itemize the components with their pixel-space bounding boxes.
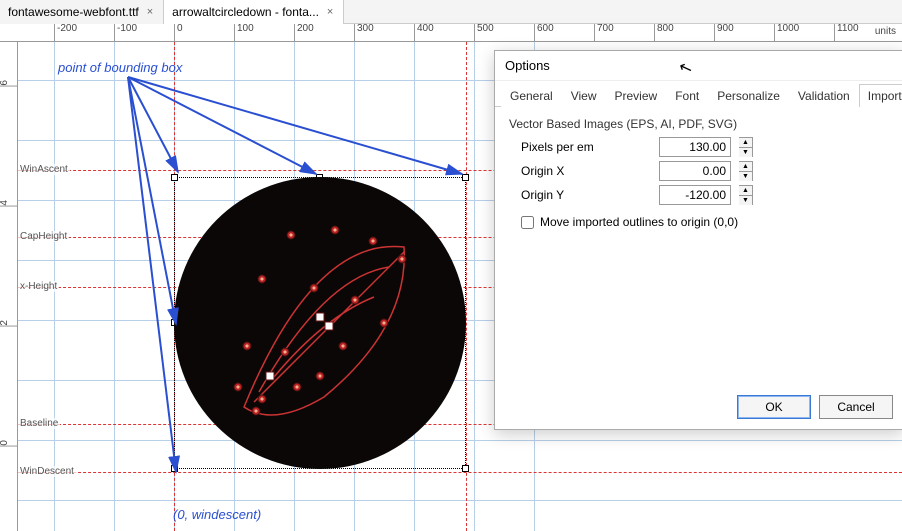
ruler-tick: 700 [594,24,614,42]
glyph-shape[interactable] [174,177,466,469]
file-tab-label: fontawesome-webfont.ttf [8,5,139,19]
group-label: Vector Based Images (EPS, AI, PDF, SVG) [509,117,889,131]
metric-label: CapHeight [18,231,69,242]
ruler-tick: 1100 [834,24,859,42]
close-icon[interactable]: × [145,6,155,18]
ruler-tick: 800 [654,24,674,42]
guide-win-descent[interactable] [18,472,902,473]
bbox-handle[interactable] [171,174,178,181]
ruler-tick: 2 [0,320,18,327]
ruler-tick: 900 [714,24,734,42]
ruler-tick: 400 [414,24,434,42]
metric-label: x-Height [18,281,59,292]
ruler-tick: 500 [474,24,494,42]
origin-x-input[interactable] [659,161,731,181]
move-to-origin-checkbox[interactable] [521,216,534,229]
ruler-tick: 600 [534,24,554,42]
ruler-units-label: units [875,26,896,37]
spinner[interactable]: ▲▼ [739,137,753,157]
options-tabs: General View Preview Font Personalize Va… [495,81,902,107]
tab-view[interactable]: View [562,84,606,107]
annotation-text: point of bounding box [58,60,182,75]
tab-preview[interactable]: Preview [606,84,667,107]
field-label: Pixels per em [521,140,651,154]
ok-button[interactable]: OK [737,395,811,419]
chevron-up-icon: ▲ [739,162,752,172]
ruler-tick: 300 [354,24,374,42]
dialog-title: Options [495,51,902,81]
file-tab-2[interactable]: arrowaltcircledown - fonta... × [164,0,344,24]
field-label: Origin Y [521,188,651,202]
chevron-down-icon: ▼ [739,196,752,205]
tab-validation[interactable]: Validation [789,84,859,107]
ruler-horizontal: -200 -100 0 100 200 300 400 500 600 700 … [0,24,902,42]
bbox-handle[interactable] [171,465,178,472]
chevron-up-icon: ▲ [739,138,752,148]
tab-font[interactable]: Font [666,84,708,107]
options-dialog: Options General View Preview Font Person… [494,50,902,430]
ruler-tick: 100 [234,24,254,42]
ruler-tick: 0 [174,24,183,42]
checkbox-label: Move imported outlines to origin (0,0) [540,215,738,229]
chevron-down-icon: ▼ [739,172,752,181]
tab-import[interactable]: Import [859,84,902,107]
annotation-text: (0, windescent) [173,507,261,522]
ruler-tick: -200 [54,24,77,42]
spinner[interactable]: ▲▼ [739,161,753,181]
ruler-tick: 0 [0,440,18,447]
metric-label: WinDescent [18,466,76,477]
file-tab-bar: fontawesome-webfont.ttf × arrowaltcircle… [0,0,902,24]
ruler-tick: -100 [114,24,137,42]
tab-personalize[interactable]: Personalize [708,84,789,107]
spinner[interactable]: ▲▼ [739,185,753,205]
pixels-per-em-input[interactable] [659,137,731,157]
ruler-tick: 6 [0,80,18,87]
origin-y-input[interactable] [659,185,731,205]
ruler-tick: 200 [294,24,314,42]
field-label: Origin X [521,164,651,178]
metric-label: Baseline [18,418,60,429]
bbox-handle[interactable] [462,465,469,472]
tab-general[interactable]: General [501,84,562,107]
ruler-tick: 4 [0,200,18,207]
ruler-vertical: 6 4 2 0 [0,42,18,531]
chevron-down-icon: ▼ [739,148,752,157]
bbox-handle[interactable] [462,174,469,181]
file-tab-label: arrowaltcircledown - fonta... [172,5,319,19]
chevron-up-icon: ▲ [739,186,752,196]
metric-label: WinAscent [18,164,70,175]
close-icon[interactable]: × [325,6,335,18]
ruler-tick: 1000 [774,24,799,42]
file-tab-1[interactable]: fontawesome-webfont.ttf × [0,0,164,24]
cancel-button[interactable]: Cancel [819,395,893,419]
